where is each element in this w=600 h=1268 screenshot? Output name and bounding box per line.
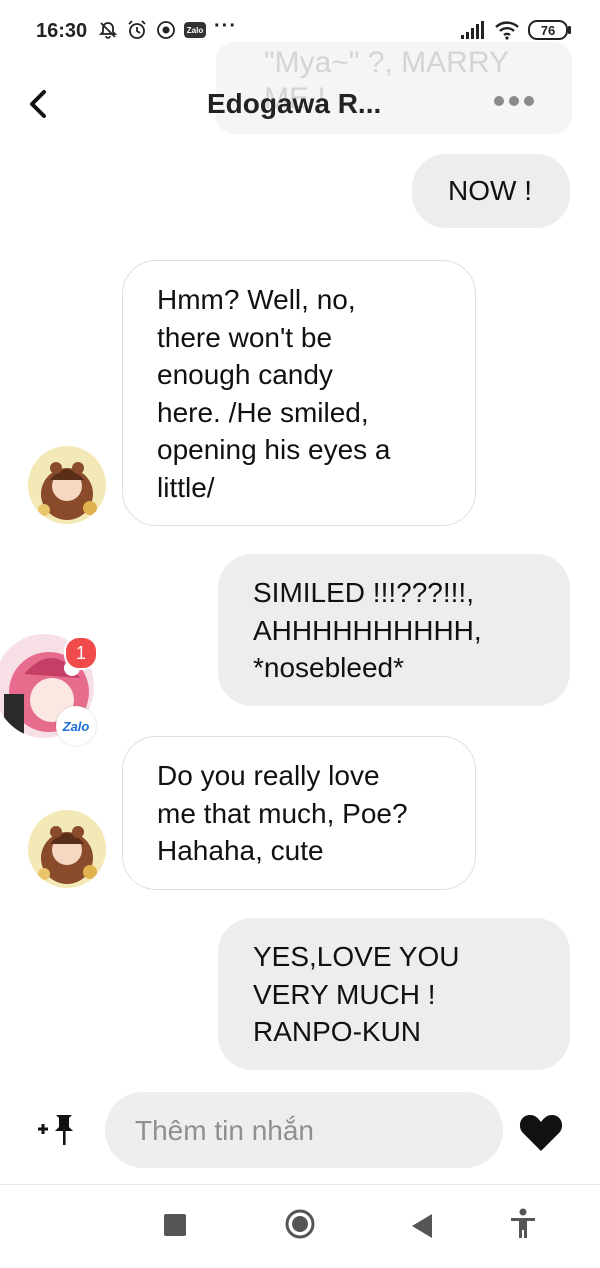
message-line: opening his eyes a [157,434,391,465]
conversation-title[interactable]: Edogawa R... [207,88,381,120]
message-bubble-me[interactable]: NOW ! [412,154,570,228]
message-bubble-me[interactable]: YES,LOVE YOU VERY MUCH ! RANPO-KUN [218,918,570,1070]
status-left-icons: Zalo ··· [98,14,237,42]
zalo-badge-icon: Zalo [56,706,96,746]
message-line: Hmm? Well, no, [157,284,356,315]
bell-muted-icon [98,22,118,39]
zalo-status-icon: Zalo [184,22,206,38]
heart-icon[interactable] [518,1111,564,1153]
message-line: AHHHHHHHHHH, [253,614,482,646]
wifi-icon [495,21,519,40]
message-line: SIMILED !!!???!!!, [253,577,474,608]
message-line: little/ [157,471,215,503]
message-bubble-them[interactable]: Do you really love me that much, Poe? Ha… [122,736,476,890]
message-line: enough candy [157,359,333,390]
message-line: VERY MUCH ! [253,978,436,1010]
ghost-line-1: "Mya~" ?, MARRY [264,46,509,79]
accessibility-icon[interactable] [509,1208,537,1240]
back-triangle-icon[interactable] [410,1212,434,1240]
contact-avatar[interactable] [28,810,106,888]
message-line: Hahaha, cute [157,835,324,866]
signal-icon [461,21,484,39]
message-line: *nosebleed* [253,652,405,683]
message-input-container[interactable] [105,1092,503,1168]
contact-avatar[interactable] [28,446,106,524]
stop-square-icon[interactable] [164,1214,186,1236]
message-line: YES,LOVE YOU [253,941,460,972]
message-line: RANPO-KUN [253,1016,422,1047]
message-line: Do you really love [157,760,380,791]
home-circle-icon[interactable] [284,1208,316,1240]
status-time: 16:30 [36,20,88,42]
app-circle-icon [157,21,175,39]
status-right-icons: 76 [460,18,571,42]
alarm-icon [128,20,146,39]
pin-add-icon[interactable] [36,1112,78,1146]
message-line: here. /He smiled, [157,396,369,428]
more-dots-icon[interactable] [494,96,534,106]
message-text: NOW ! [448,175,532,206]
message-input[interactable] [133,1110,477,1152]
message-line: there won't be [157,321,333,353]
back-arrow-icon[interactable] [22,86,58,122]
message-line: me that much, Poe? [157,797,408,829]
message-bubble-me[interactable]: SIMILED !!!???!!!, AHHHHHHHHHH, *noseble… [218,554,570,706]
battery-icon: 76 [528,20,571,40]
more-notifications-icon: ··· [214,14,237,37]
notification-badge: 1 [64,636,98,670]
message-bubble-them[interactable]: Hmm? Well, no, there won't be enough can… [122,260,476,526]
